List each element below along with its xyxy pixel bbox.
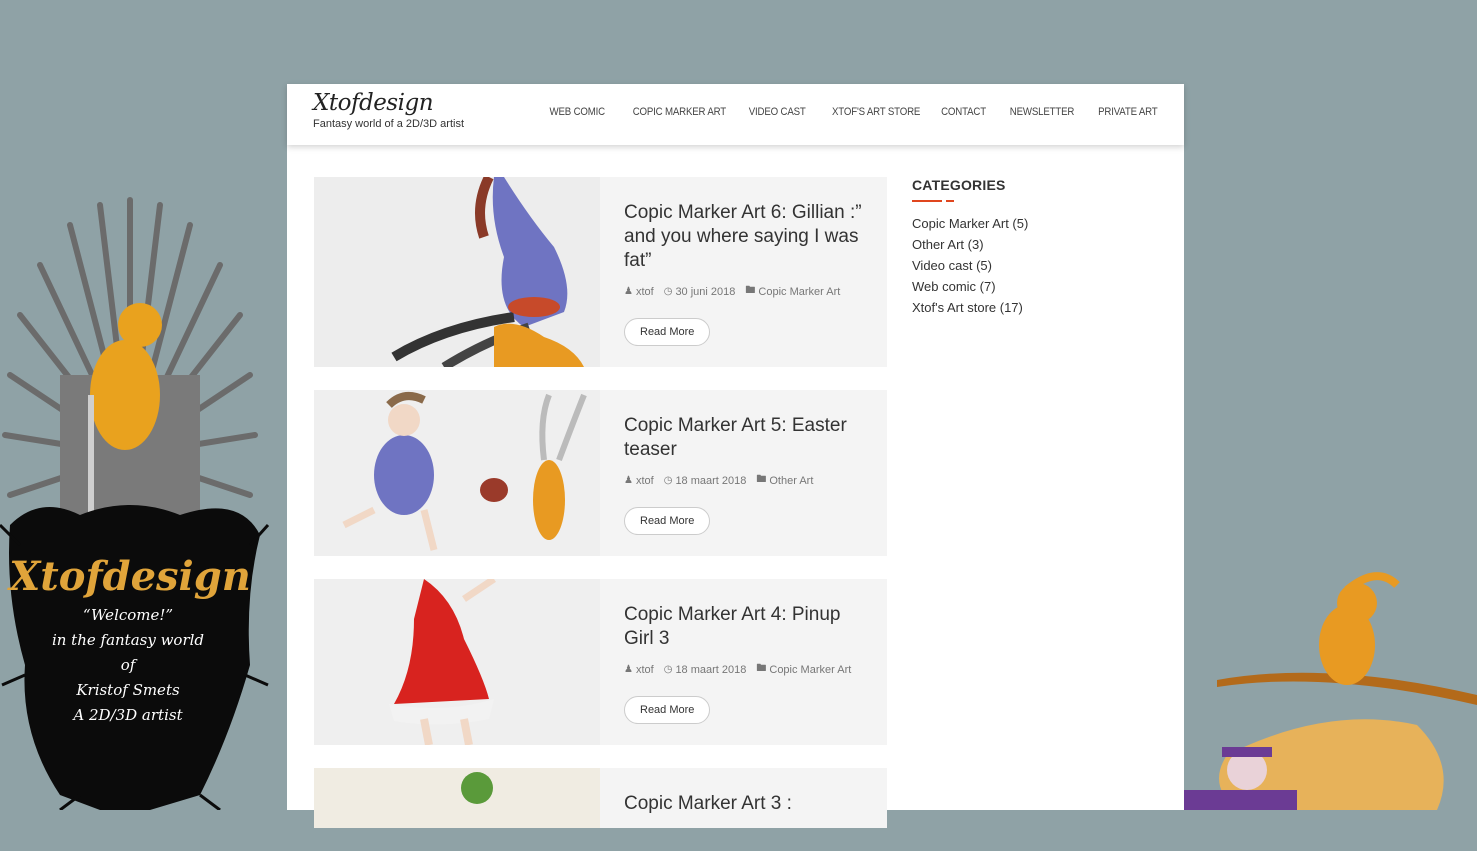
- post-category-link[interactable]: Other Art: [769, 475, 813, 487]
- nav-art-store[interactable]: XTOF'S ART STORE: [832, 106, 920, 118]
- post-title[interactable]: Copic Marker Art 4: Pinup Girl 3: [624, 603, 863, 651]
- post-author-name[interactable]: xtof: [636, 475, 654, 487]
- user-icon: ♟: [624, 286, 633, 297]
- post-thumbnail[interactable]: [314, 177, 600, 367]
- category-link[interactable]: Video cast (5): [912, 258, 992, 273]
- post-author[interactable]: ♟ xtof: [624, 664, 654, 676]
- post-body: Copic Marker Art 5: Easter teaser ♟ xtof …: [600, 390, 887, 556]
- category-item: Copic Marker Art (5): [912, 216, 1162, 231]
- post-title[interactable]: Copic Marker Art 6: Gillian :” and you w…: [624, 201, 863, 273]
- clock-icon: ◷: [663, 286, 673, 297]
- sidebar: CATEGORIES Copic Marker Art (5) Other Ar…: [912, 177, 1162, 321]
- main-nav: WEB COMIC COPIC MARKER ART VIDEO CAST XT…: [527, 106, 1157, 118]
- post-author[interactable]: ♟ xtof: [624, 286, 654, 298]
- post-date-text: 30 juni 2018: [675, 285, 736, 298]
- post-thumbnail[interactable]: [314, 390, 600, 556]
- post-author-name[interactable]: xtof: [636, 664, 654, 676]
- category-item: Xtof's Art store (17): [912, 300, 1162, 315]
- user-icon: ♟: [624, 664, 633, 675]
- folder-icon: 🖿: [756, 474, 767, 485]
- folder-icon: 🖿: [745, 285, 756, 296]
- nav-copic-marker-art[interactable]: COPIC MARKER ART: [632, 106, 725, 118]
- post-date: ◷ 30 juni 2018: [664, 286, 736, 298]
- post-card: Copic Marker Art 6: Gillian :” and you w…: [314, 177, 887, 367]
- category-list: Copic Marker Art (5) Other Art (3) Video…: [912, 216, 1162, 315]
- category-item: Web comic (7): [912, 279, 1162, 294]
- banner-line: “Welcome!”: [83, 606, 173, 624]
- user-icon: ♟: [624, 475, 633, 486]
- post-meta: ♟ xtof ◷ 30 juni 2018 🖿 Copic Marker Art: [624, 283, 863, 300]
- post-meta: ♟ xtof ◷ 18 maart 2018 🖿 Copic Marker Art: [624, 661, 863, 678]
- categories-heading: CATEGORIES: [912, 177, 1006, 193]
- site-tagline: Fantasy world of a 2D/3D artist: [313, 118, 465, 130]
- post-body: Copic Marker Art 6: Gillian :” and you w…: [600, 177, 887, 367]
- post-date: ◷ 18 maart 2018: [664, 664, 747, 676]
- post-meta: ♟ xtof ◷ 18 maart 2018 🖿 Other Art: [624, 472, 863, 489]
- welcome-banner-art: Xtofdesign “Welcome!” in the fantasy wor…: [0, 195, 270, 812]
- banner-line: A 2D/3D artist: [71, 706, 183, 724]
- site-logo[interactable]: Xtofdesign Fantasy world of a 2D/3D arti…: [313, 90, 464, 130]
- post-body: Copic Marker Art 4: Pinup Girl 3 ♟ xtof ◷…: [600, 579, 887, 745]
- heading-underline: [912, 200, 1162, 202]
- category-link[interactable]: Web comic (7): [912, 279, 996, 294]
- nav-contact[interactable]: CONTACT: [941, 106, 986, 118]
- post-author[interactable]: ♟ xtof: [624, 475, 654, 487]
- category-link[interactable]: Copic Marker Art (5): [912, 216, 1028, 231]
- read-more-button[interactable]: Read More: [624, 507, 711, 535]
- folder-icon: 🖿: [756, 663, 767, 674]
- banner-line: of: [121, 656, 138, 674]
- nav-newsletter[interactable]: NEWSLETTER: [1010, 106, 1075, 118]
- clock-icon: ◷: [663, 475, 673, 486]
- category-link[interactable]: Other Art (3): [912, 237, 984, 252]
- post-author-name[interactable]: xtof: [636, 286, 654, 298]
- site-title[interactable]: Xtofdesign: [313, 90, 464, 116]
- site-header: Xtofdesign Fantasy world of a 2D/3D arti…: [287, 84, 1184, 145]
- category-item: Other Art (3): [912, 237, 1162, 252]
- post-card: Copic Marker Art 3 :: [314, 768, 887, 828]
- post-category-link[interactable]: Copic Marker Art: [769, 664, 851, 676]
- clock-icon: ◷: [663, 664, 673, 675]
- post-title[interactable]: Copic Marker Art 3 :: [624, 792, 863, 816]
- post-thumbnail[interactable]: [314, 768, 600, 828]
- post-category[interactable]: 🖿 Copic Marker Art: [745, 283, 840, 300]
- page-container: Xtofdesign Fantasy world of a 2D/3D arti…: [287, 84, 1184, 828]
- banner-brand: Xtofdesign: [6, 553, 251, 600]
- post-body: Copic Marker Art 3 :: [600, 768, 887, 828]
- category-item: Video cast (5): [912, 258, 1162, 273]
- post-card: Copic Marker Art 5: Easter teaser ♟ xtof …: [314, 390, 887, 556]
- post-thumbnail[interactable]: [314, 579, 600, 745]
- post-category[interactable]: 🖿 Other Art: [756, 472, 813, 489]
- post-date-text: 18 maart 2018: [675, 474, 747, 487]
- post-list: Copic Marker Art 6: Gillian :” and you w…: [314, 177, 887, 851]
- category-link[interactable]: Xtof's Art store (17): [912, 300, 1023, 315]
- post-title[interactable]: Copic Marker Art 5: Easter teaser: [624, 414, 863, 462]
- nav-web-comic[interactable]: WEB COMIC: [549, 106, 605, 118]
- banner-line: in the fantasy world: [52, 631, 204, 649]
- read-more-button[interactable]: Read More: [624, 696, 711, 724]
- nav-private-art[interactable]: PRIVATE ART: [1098, 106, 1158, 118]
- nav-video-cast[interactable]: VIDEO CAST: [748, 106, 805, 118]
- read-more-button[interactable]: Read More: [624, 318, 711, 346]
- banner-line: Kristof Smets: [75, 681, 180, 699]
- post-card: Copic Marker Art 4: Pinup Girl 3 ♟ xtof ◷…: [314, 579, 887, 745]
- post-date-text: 18 maart 2018: [675, 663, 747, 676]
- post-category-link[interactable]: Copic Marker Art: [758, 286, 840, 298]
- witch-character-art: [1177, 565, 1477, 810]
- post-date: ◷ 18 maart 2018: [664, 475, 747, 487]
- post-category[interactable]: 🖿 Copic Marker Art: [756, 661, 851, 678]
